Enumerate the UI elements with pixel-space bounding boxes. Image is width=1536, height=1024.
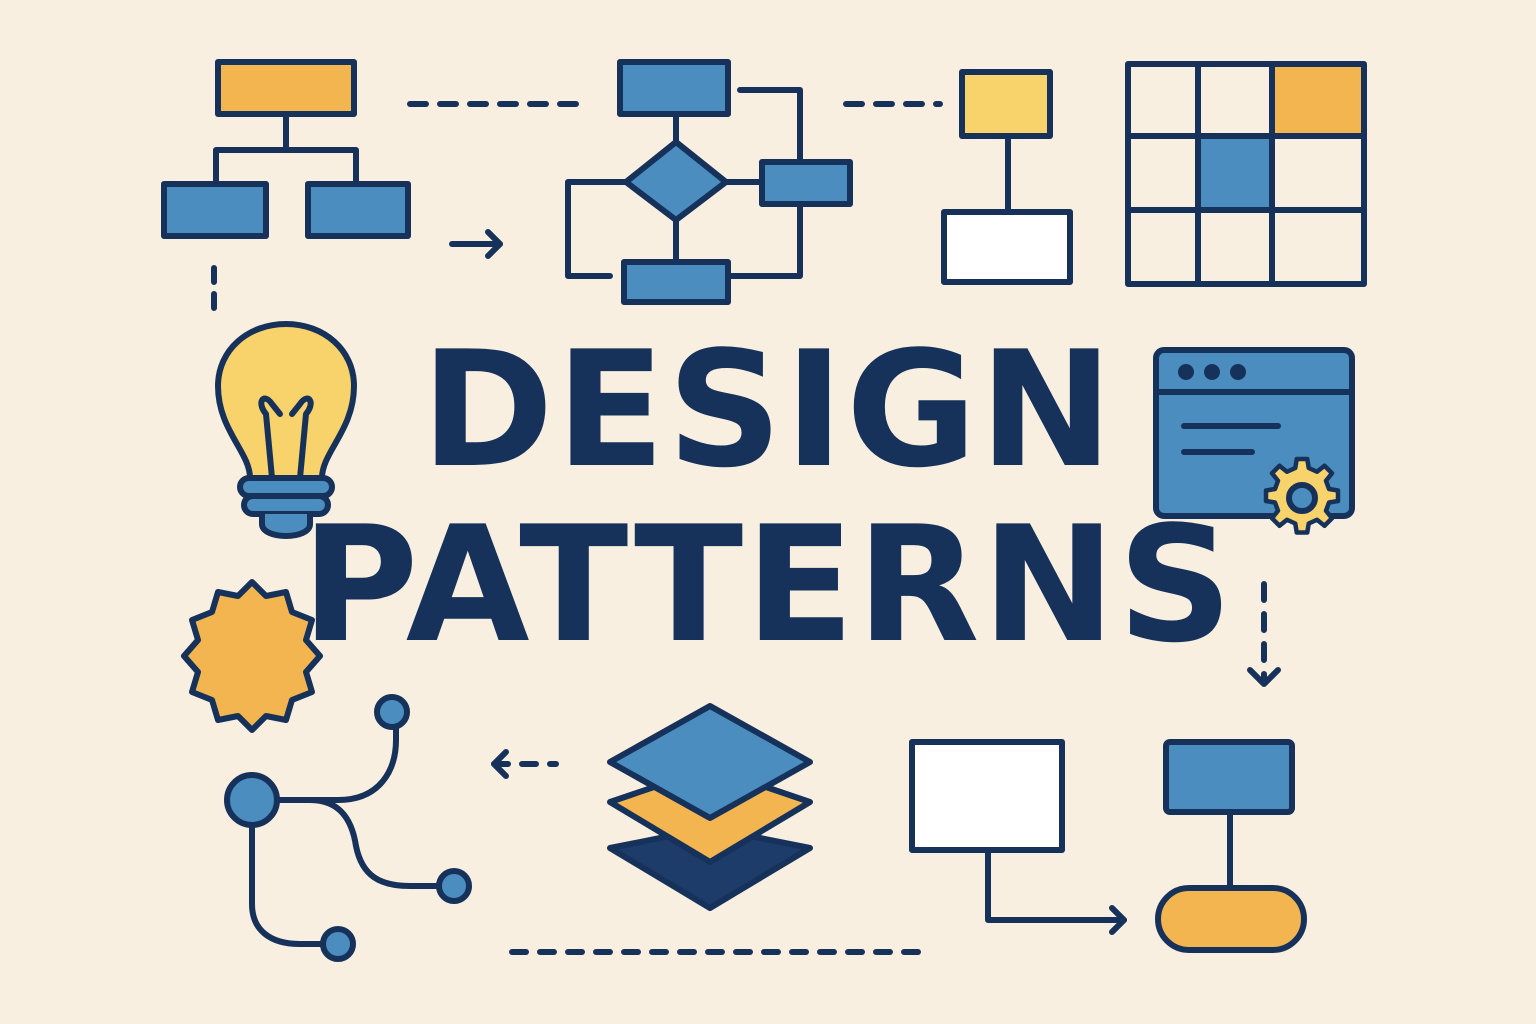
connector-node-icon <box>941 69 1073 285</box>
title-line-patterns: PATTERNS <box>301 491 1235 678</box>
dashed-arrow-left <box>491 749 559 779</box>
title-line-design: DESIGN <box>420 316 1116 503</box>
process-flow-icon <box>909 739 1307 953</box>
layers-stack-icon <box>607 703 813 911</box>
branch-network-icon <box>224 694 472 962</box>
hierarchy-tree-icon <box>161 59 411 239</box>
grid-matrix-icon <box>1125 61 1367 287</box>
flowchart-icon <box>565 59 853 305</box>
arrow-right-icon <box>449 229 503 259</box>
